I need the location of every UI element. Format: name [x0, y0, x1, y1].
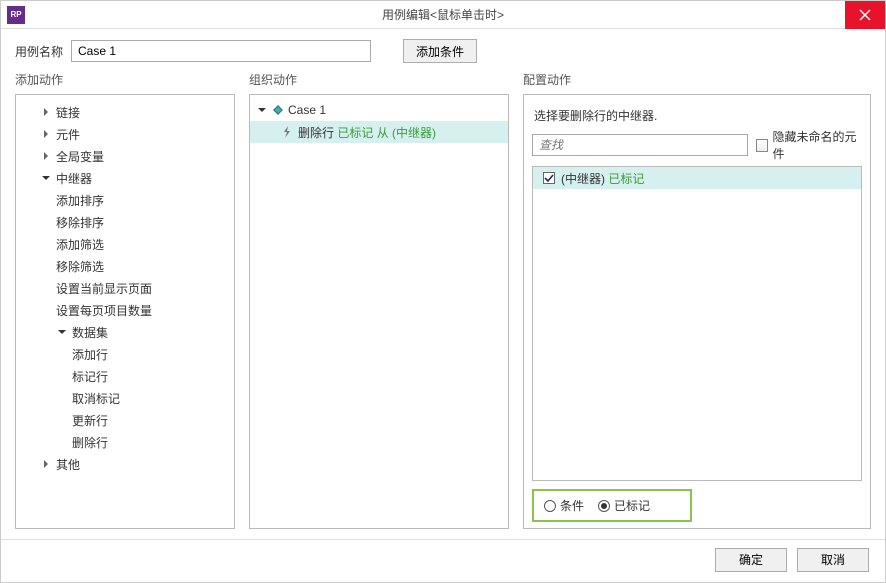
tree-item-set-items-per-page[interactable]: 设置每页项目数量 [20, 299, 230, 321]
body-columns: 添加动作 链接 元件 全局变量 中继器 添加 [1, 69, 885, 539]
bolt-icon [280, 125, 294, 139]
delete-mode-radio-group: 条件 已标记 [532, 489, 692, 522]
tree-item-add-sort[interactable]: 添加排序 [20, 189, 230, 211]
tree-label: 移除排序 [56, 214, 104, 231]
list-item-suffix: 已标记 [608, 170, 644, 187]
search-input[interactable] [532, 134, 748, 156]
organize-action-column: 组织动作 Case 1 删除行 已标记 从 (中继器) [249, 69, 509, 529]
radio-marked[interactable]: 已标记 [598, 497, 650, 514]
hide-unnamed-checkbox[interactable]: 隐藏未命名的元件 [756, 128, 862, 162]
checkbox-icon [756, 139, 768, 152]
config-instruction: 选择要删除行的中继器. [534, 107, 862, 124]
chevron-down-icon [256, 104, 268, 116]
app-icon: RP [7, 6, 25, 24]
chevron-down-icon [56, 326, 68, 338]
action-row[interactable]: 删除行 已标记 从 (中继器) [250, 121, 508, 143]
tree-label: 移除筛选 [56, 258, 104, 275]
tree-item-remove-filter[interactable]: 移除筛选 [20, 255, 230, 277]
top-row: 用例名称 添加条件 [1, 29, 885, 69]
add-action-panel: 链接 元件 全局变量 中继器 添加排序 移除排序 添加筛选 移除筛选 [15, 94, 235, 529]
add-action-header: 添加动作 [15, 69, 235, 90]
tree-label: 添加排序 [56, 192, 104, 209]
tree-label: 添加筛选 [56, 236, 104, 253]
tree-item-update-rows[interactable]: 更新行 [20, 409, 230, 431]
cancel-button[interactable]: 取消 [797, 548, 869, 572]
radio-checked-icon [598, 500, 610, 512]
radio-label: 条件 [560, 497, 584, 514]
tree-label: 更新行 [72, 412, 108, 429]
tree-label: 元件 [56, 126, 80, 143]
close-button[interactable] [845, 1, 885, 29]
radio-label: 已标记 [614, 497, 650, 514]
tree-label: 设置每页项目数量 [56, 302, 152, 319]
case-name-input[interactable] [71, 40, 371, 62]
window-title: 用例编辑<鼠标单击时> [382, 6, 504, 23]
hide-unnamed-label: 隐藏未命名的元件 [772, 128, 862, 162]
configure-action-panel: 选择要删除行的中继器. 隐藏未命名的元件 (中继器) 已标记 [523, 94, 871, 529]
tree-label: 中继器 [56, 170, 92, 187]
tree-label: 设置当前显示页面 [56, 280, 152, 297]
configure-action-column: 配置动作 选择要删除行的中继器. 隐藏未命名的元件 (中继器) 已标记 [523, 69, 871, 529]
tree-item-widgets[interactable]: 元件 [20, 123, 230, 145]
tree-item-dataset[interactable]: 数据集 [20, 321, 230, 343]
list-item[interactable]: (中继器) 已标记 [533, 167, 861, 189]
radio-unchecked-icon [544, 500, 556, 512]
tree-item-add-filter[interactable]: 添加筛选 [20, 233, 230, 255]
tree-label: 添加行 [72, 346, 108, 363]
tree-item-remove-sort[interactable]: 移除排序 [20, 211, 230, 233]
tree-item-add-rows[interactable]: 添加行 [20, 343, 230, 365]
chevron-right-icon [40, 150, 52, 162]
tree-label: 取消标记 [72, 390, 120, 407]
configure-action-header: 配置动作 [523, 69, 871, 90]
tree-label: 全局变量 [56, 148, 104, 165]
ok-button[interactable]: 确定 [715, 548, 787, 572]
titlebar: RP 用例编辑<鼠标单击时> [1, 1, 885, 29]
tree-item-other[interactable]: 其他 [20, 453, 230, 475]
chevron-right-icon [40, 128, 52, 140]
tree-label: 标记行 [72, 368, 108, 385]
tree-item-unmark-rows[interactable]: 取消标记 [20, 387, 230, 409]
list-item-prefix: (中继器) [561, 170, 605, 187]
add-condition-button[interactable]: 添加条件 [403, 39, 477, 63]
case-icon [272, 104, 284, 116]
organize-action-header: 组织动作 [249, 69, 509, 90]
case-name-label: 用例名称 [15, 43, 63, 60]
action-tree: 链接 元件 全局变量 中继器 添加排序 移除排序 添加筛选 移除筛选 [16, 95, 234, 481]
action-prefix: 删除行 [298, 124, 334, 141]
tree-label: 链接 [56, 104, 80, 121]
chevron-right-icon [40, 458, 52, 470]
tree-item-delete-rows[interactable]: 删除行 [20, 431, 230, 453]
tree-label: 删除行 [72, 434, 108, 451]
chevron-right-icon [40, 106, 52, 118]
close-icon [859, 9, 871, 21]
tree-item-set-current-page[interactable]: 设置当前显示页面 [20, 277, 230, 299]
action-suffix: 已标记 从 (中继器) [337, 124, 436, 141]
case-row[interactable]: Case 1 [250, 99, 508, 121]
dialog-footer: 确定 取消 [1, 539, 885, 579]
organize-action-panel: Case 1 删除行 已标记 从 (中继器) [249, 94, 509, 529]
tree-label: 其他 [56, 456, 80, 473]
repeater-list: (中继器) 已标记 [532, 166, 862, 481]
tree-item-globals[interactable]: 全局变量 [20, 145, 230, 167]
chevron-down-icon [40, 172, 52, 184]
config-top-row: 隐藏未命名的元件 [532, 128, 862, 162]
add-action-column: 添加动作 链接 元件 全局变量 中继器 添加 [15, 69, 235, 529]
case-label: Case 1 [288, 103, 326, 117]
tree-item-links[interactable]: 链接 [20, 101, 230, 123]
tree-label: 数据集 [72, 324, 108, 341]
tree-item-repeater[interactable]: 中继器 [20, 167, 230, 189]
case-tree: Case 1 删除行 已标记 从 (中继器) [250, 95, 508, 147]
checkbox-checked-icon [543, 172, 555, 184]
tree-item-mark-rows[interactable]: 标记行 [20, 365, 230, 387]
radio-condition[interactable]: 条件 [544, 497, 584, 514]
